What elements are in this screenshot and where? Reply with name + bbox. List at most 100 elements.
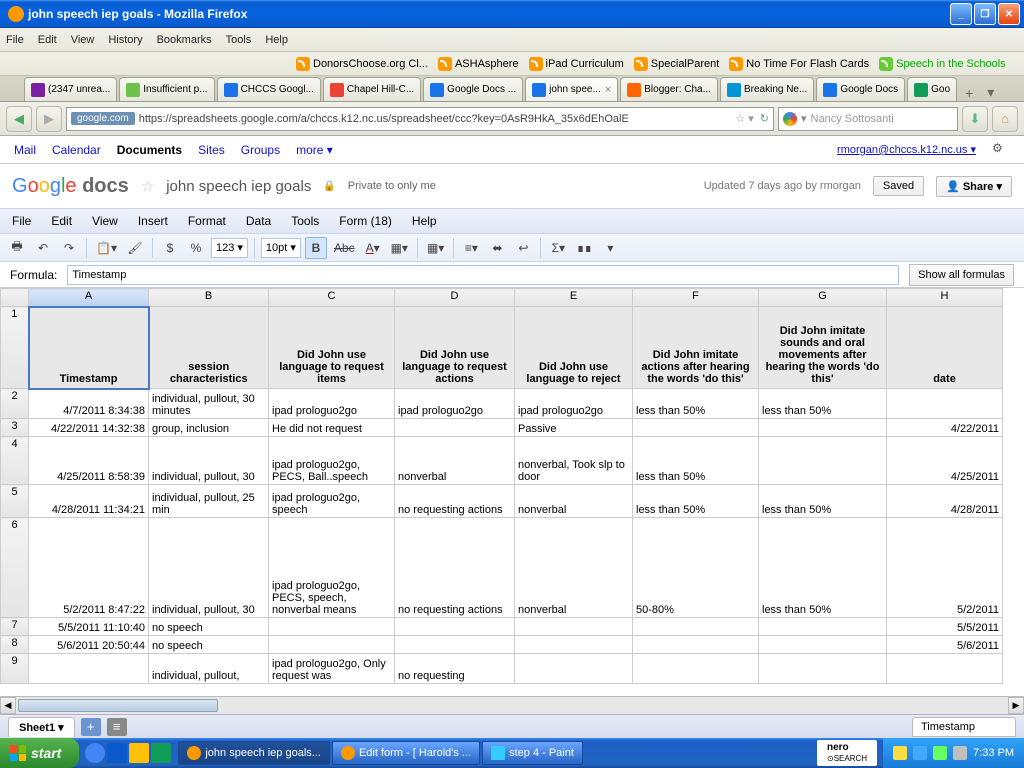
- scroll-right-icon[interactable]: ▶: [1008, 697, 1024, 714]
- wrap-icon[interactable]: ↩: [512, 237, 534, 259]
- browser-tab[interactable]: john spee...×: [525, 77, 618, 101]
- text-color-icon[interactable]: A▾: [362, 237, 384, 259]
- tab-list-button[interactable]: ▾: [981, 84, 1000, 101]
- nav-documents[interactable]: Documents: [117, 143, 182, 157]
- cell[interactable]: 5/6/2011 20:50:44: [29, 636, 149, 654]
- nav-sites[interactable]: Sites: [198, 143, 225, 157]
- clock[interactable]: 7:33 PM: [973, 747, 1014, 759]
- cell[interactable]: ipad prologuo2go, PECS, Ball..speech: [269, 437, 395, 485]
- merge-icon[interactable]: ⬌: [486, 237, 508, 259]
- home-button[interactable]: ⌂: [992, 106, 1018, 132]
- cell[interactable]: less than 50%: [633, 389, 759, 419]
- column-header[interactable]: C: [269, 289, 395, 307]
- cell[interactable]: He did not request: [269, 419, 395, 437]
- gmenu-file[interactable]: File: [12, 214, 31, 228]
- header-cell[interactable]: Did John use language to reject: [515, 307, 633, 389]
- percent-icon[interactable]: %: [185, 237, 207, 259]
- cell[interactable]: 5/5/2011 11:10:40: [29, 618, 149, 636]
- forward-button[interactable]: ▶: [36, 106, 62, 132]
- browser-tab[interactable]: Insufficient p...: [119, 77, 214, 101]
- cell[interactable]: individual, pullout, 30: [149, 518, 269, 618]
- cell[interactable]: nonverbal, Took slp to door: [515, 437, 633, 485]
- menu-help[interactable]: Help: [265, 34, 288, 46]
- taskbar-task[interactable]: step 4 - Paint: [482, 741, 583, 765]
- print-icon[interactable]: 🖶: [6, 237, 28, 259]
- row-header[interactable]: 7: [1, 618, 29, 636]
- gear-icon[interactable]: ⚙: [992, 141, 1010, 159]
- cell[interactable]: 4/7/2011 8:34:38: [29, 389, 149, 419]
- redo-icon[interactable]: ↷: [58, 237, 80, 259]
- browser-tab[interactable]: Chapel Hill-C...: [323, 77, 421, 101]
- row-header[interactable]: 5: [1, 485, 29, 518]
- google-docs-logo[interactable]: Google docs: [12, 175, 129, 198]
- column-header[interactable]: G: [759, 289, 887, 307]
- cell[interactable]: less than 50%: [633, 437, 759, 485]
- bookmark-item[interactable]: Speech in the Schools: [879, 57, 1005, 71]
- gmenu-edit[interactable]: Edit: [51, 214, 72, 228]
- formula-input[interactable]: [67, 265, 899, 285]
- cell[interactable]: [633, 618, 759, 636]
- font-size-dropdown[interactable]: 10pt ▾: [261, 238, 301, 258]
- cell[interactable]: ipad prologuo2go, Only request was: [269, 654, 395, 684]
- show-formulas-button[interactable]: Show all formulas: [909, 264, 1014, 286]
- header-cell[interactable]: Did John use language to request actions: [395, 307, 515, 389]
- browser-tab[interactable]: CHCCS Googl...: [217, 77, 321, 101]
- browser-tab[interactable]: Goo: [907, 77, 957, 101]
- nav-more[interactable]: more ▾: [296, 143, 333, 157]
- cell[interactable]: [759, 654, 887, 684]
- taskbar-task[interactable]: Edit form - [ Harold's ...: [332, 741, 480, 765]
- filter-icon[interactable]: ▾: [599, 237, 621, 259]
- gmenu-help[interactable]: Help: [412, 214, 437, 228]
- cell[interactable]: less than 50%: [759, 389, 887, 419]
- cell[interactable]: group, inclusion: [149, 419, 269, 437]
- cell[interactable]: individual, pullout, 30 minutes: [149, 389, 269, 419]
- cell[interactable]: [269, 618, 395, 636]
- column-header[interactable]: D: [395, 289, 515, 307]
- header-cell[interactable]: Timestamp: [29, 307, 149, 389]
- undo-icon[interactable]: ↶: [32, 237, 54, 259]
- cell[interactable]: 5/2/2011: [887, 518, 1003, 618]
- cell[interactable]: no requesting actions: [395, 518, 515, 618]
- tray-icon[interactable]: [893, 746, 907, 760]
- ql-icon[interactable]: [85, 743, 105, 763]
- ql-icon[interactable]: [129, 743, 149, 763]
- fill-color-icon[interactable]: ▦▾: [388, 237, 411, 259]
- cell[interactable]: 4/28/2011: [887, 485, 1003, 518]
- row-header[interactable]: 9: [1, 654, 29, 684]
- tray-icon[interactable]: [913, 746, 927, 760]
- cell[interactable]: 4/22/2011 14:32:38: [29, 419, 149, 437]
- cell[interactable]: [759, 618, 887, 636]
- scrollbar-thumb[interactable]: [18, 699, 218, 712]
- cell[interactable]: [759, 636, 887, 654]
- sheet-menu-button[interactable]: ≡: [107, 718, 127, 736]
- cell[interactable]: ipad prologuo2go, PECS, speech, nonverba…: [269, 518, 395, 618]
- chart-icon[interactable]: ∎∎: [573, 237, 595, 259]
- bookmark-item[interactable]: DonorsChoose.org Cl...: [296, 57, 428, 71]
- row-header[interactable]: 6: [1, 518, 29, 618]
- cell[interactable]: [759, 437, 887, 485]
- bold-button[interactable]: B: [305, 237, 327, 259]
- back-button[interactable]: ◀: [6, 106, 32, 132]
- nav-calendar[interactable]: Calendar: [52, 143, 101, 157]
- horizontal-scrollbar[interactable]: ◀ ▶: [0, 696, 1024, 714]
- tray-icon[interactable]: [933, 746, 947, 760]
- cell[interactable]: [633, 419, 759, 437]
- browser-tab[interactable]: Blogger: Cha...: [620, 77, 718, 101]
- cell[interactable]: [633, 636, 759, 654]
- cell[interactable]: [395, 419, 515, 437]
- browser-tab[interactable]: Google Docs: [816, 77, 905, 101]
- cell[interactable]: [887, 654, 1003, 684]
- downloads-button[interactable]: ⬇: [962, 106, 988, 132]
- cell[interactable]: [515, 618, 633, 636]
- site-identity-badge[interactable]: google.com: [71, 112, 135, 125]
- browser-menubar[interactable]: File Edit View History Bookmarks Tools H…: [0, 28, 1024, 52]
- row-header[interactable]: 3: [1, 419, 29, 437]
- url-bar[interactable]: google.com https://spreadsheets.google.c…: [66, 107, 774, 131]
- gmenu-tools[interactable]: Tools: [291, 214, 319, 228]
- taskbar-task[interactable]: john speech iep goals...: [178, 741, 330, 765]
- header-cell[interactable]: session characteristics: [149, 307, 269, 389]
- menu-bookmarks[interactable]: Bookmarks: [157, 34, 212, 46]
- menu-view[interactable]: View: [71, 34, 95, 46]
- cell[interactable]: individual, pullout, 25 min: [149, 485, 269, 518]
- nav-mail[interactable]: Mail: [14, 143, 36, 157]
